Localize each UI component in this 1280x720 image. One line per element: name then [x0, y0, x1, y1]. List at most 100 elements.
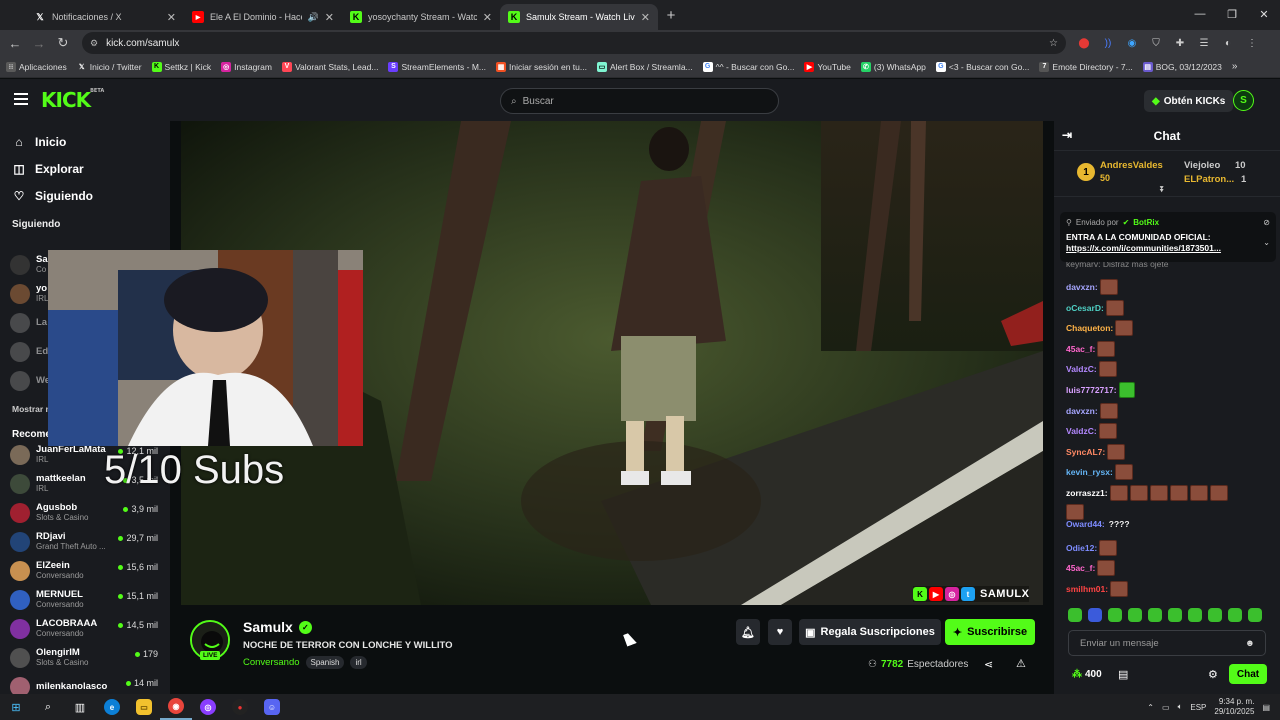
sidebar-item-explorar[interactable]: ◫ Explorar — [0, 155, 170, 182]
share-icon[interactable]: ⋖ — [984, 658, 993, 671]
chat-username[interactable]: zorraszz1: — [1066, 488, 1108, 498]
site-info-icon[interactable]: ⚙ — [90, 38, 98, 49]
search-input[interactable]: ⌕ Buscar — [500, 88, 779, 114]
tab-notificaciones-x[interactable]: 𝕏 Notificaciones / X ✕ — [26, 4, 184, 30]
recommended-channel[interactable]: milenkanolasco 14 mil — [0, 672, 170, 694]
chat-username[interactable]: Oward44: — [1066, 519, 1105, 529]
menu-icon[interactable] — [14, 93, 28, 105]
windows-start-icon[interactable]: ⊞ — [0, 694, 32, 720]
more-bookmarks-icon[interactable]: » — [1232, 61, 1238, 72]
quick-emote-icon[interactable] — [1108, 608, 1122, 622]
bookmark-valorant[interactable]: V Valorant Stats, Lead... — [281, 61, 378, 72]
subscribe-button[interactable]: ✦ Suscribirse — [945, 619, 1035, 645]
gift-subs-button[interactable]: ▣ Regala Suscripciones — [799, 619, 941, 645]
clock[interactable]: 9:34 p. m. 29/10/2025 — [1214, 697, 1254, 717]
bookmark-whatsapp[interactable]: ✆ (3) WhatsApp — [860, 61, 926, 72]
network-icon[interactable]: ▭ — [1162, 703, 1170, 712]
puzzle-icon[interactable]: ✚ — [1171, 34, 1189, 52]
bookmark-instagram[interactable]: ◎ Instagram — [221, 61, 272, 72]
chat-username[interactable]: Odie12: — [1066, 543, 1097, 553]
language-indicator[interactable]: ESP — [1190, 703, 1206, 712]
audio-icon[interactable]: 🔊 — [308, 12, 319, 23]
address-bar[interactable]: ⚙ kick.com/samulx ☆ — [82, 32, 1066, 54]
show-more-link[interactable]: Mostrar m — [12, 404, 53, 414]
quick-emote-icon[interactable] — [1088, 608, 1102, 622]
chat-username[interactable]: Chaqueton: — [1066, 323, 1113, 333]
new-tab-button[interactable]: + — [658, 4, 684, 30]
quick-emote-icon[interactable] — [1188, 608, 1202, 622]
chevron-up-icon[interactable]: ⌃ — [1147, 703, 1154, 712]
bookmark-alertbox[interactable]: ▭ Alert Box / Streamla... — [596, 61, 693, 72]
category-link[interactable]: Conversando — [243, 657, 300, 668]
tab-samulx[interactable]: K Samulx Stream - Watch Live on ✕ — [500, 4, 658, 30]
tab-youtube[interactable]: ▶ Ele A El Dominio - Hace Mu 🔊 ✕ — [184, 4, 342, 30]
bookmark-star-icon[interactable]: ☆ — [1049, 38, 1058, 49]
chat-username[interactable]: smilhm01: — [1066, 584, 1108, 594]
bookmark-streamelements[interactable]: S StreamElements - M... — [388, 61, 486, 72]
chat-username[interactable]: kevin_rysx: — [1066, 467, 1113, 477]
chat-username[interactable]: ValdzC: — [1066, 426, 1097, 436]
user-avatar[interactable]: S — [1233, 90, 1254, 111]
chevron-down-icon[interactable]: ⌄ — [1263, 238, 1270, 247]
recommended-channel[interactable]: ElZeein Conversando 15,6 mil — [0, 556, 170, 585]
chat-username[interactable]: SyncAL7: — [1066, 447, 1105, 457]
quick-emote-icon[interactable] — [1068, 608, 1082, 622]
bookmark-google-search[interactable]: G ^^ - Buscar con Go... — [702, 61, 794, 72]
extension-blue-icon[interactable]: )) — [1099, 34, 1117, 52]
emoji-picker-icon[interactable]: ☻ — [1245, 638, 1255, 649]
tag-irl[interactable]: irl — [350, 656, 367, 669]
hide-pin-icon[interactable]: ⊘ — [1263, 218, 1270, 227]
app-purple-icon[interactable]: ◎ — [192, 694, 224, 720]
chat-username[interactable]: 45ac_f: — [1066, 344, 1095, 354]
pinned-link[interactable]: https://x.com/i/communities/1873501... — [1066, 243, 1270, 253]
points-display[interactable]: ⁂ 400 — [1072, 669, 1102, 680]
quick-emote-icon[interactable] — [1148, 608, 1162, 622]
close-tab-icon[interactable]: ✕ — [325, 11, 334, 24]
recommended-channel[interactable]: LACOBRAAA Conversando 14,5 mil — [0, 614, 170, 643]
quick-emote-icon[interactable] — [1228, 608, 1242, 622]
bookmark-youtube[interactable]: ▶ YouTube — [804, 61, 851, 72]
extension-red-icon[interactable]: ⬤ — [1075, 34, 1093, 52]
kick-logo[interactable]: KICKBETA — [41, 88, 104, 112]
bookmark-google-search-2[interactable]: G <3 - Buscar con Go... — [935, 61, 1029, 72]
leader-name[interactable]: Viejoleo — [1184, 160, 1220, 171]
follow-button[interactable]: ♥ — [768, 619, 792, 645]
chat-username[interactable]: davxzn: — [1066, 406, 1098, 416]
leader-name[interactable]: AndresValdes — [1100, 160, 1163, 171]
chat-username[interactable]: luis7772717: — [1066, 385, 1117, 395]
notifications-button[interactable]: 🔔︎ — [736, 619, 760, 645]
discord-icon[interactable]: ☺ — [256, 694, 288, 720]
chat-username[interactable]: davxzn: — [1066, 282, 1098, 292]
quick-emote-icon[interactable] — [1128, 608, 1142, 622]
bookmark-login[interactable]: ▦ Iniciar sesión en tu... — [496, 61, 587, 72]
volume-icon[interactable]: 🔈︎ — [1178, 702, 1183, 712]
profile-icon[interactable]: ◐ — [1219, 34, 1237, 52]
expand-leaderboard-icon[interactable]: ⏬︎ — [1160, 185, 1164, 195]
recommended-channel[interactable]: OlengirIM Slots & Casino 179 — [0, 643, 170, 672]
bookmark-bog[interactable]: ▤ BOG, 03/12/2023 — [1142, 61, 1222, 72]
reload-icon[interactable]: ↻ — [51, 35, 75, 51]
close-tab-icon[interactable]: ✕ — [483, 11, 492, 24]
chrome-icon[interactable]: ◉ — [160, 694, 192, 720]
bookmark-twitter[interactable]: 𝕏 Inicio / Twitter — [77, 62, 142, 72]
more-menu-icon[interactable]: ⋮ — [1243, 34, 1261, 52]
sidebar-item-inicio[interactable]: ⌂ Inicio — [0, 128, 170, 155]
app-record-icon[interactable]: ● — [224, 694, 256, 720]
get-kicks-button[interactable]: ◆ Obtén KICKs — [1144, 90, 1234, 112]
recommended-channel[interactable]: RDjavi Grand Theft Auto ... 29,7 mil — [0, 527, 170, 556]
bookmark-emote-directory[interactable]: 7 Emote Directory - 7... — [1039, 61, 1133, 72]
report-icon[interactable]: ⚠ — [1016, 657, 1026, 670]
minimize-icon[interactable]: — — [1184, 0, 1216, 28]
chat-username[interactable]: 45ac_f: — [1066, 563, 1095, 573]
quick-emote-icon[interactable] — [1168, 608, 1182, 622]
streamer-name[interactable]: Samulx ✓ — [243, 619, 312, 635]
tag-spanish[interactable]: Spanish — [305, 656, 345, 669]
collapse-chat-icon[interactable]: ⇥ — [1062, 128, 1072, 142]
extension-circle-icon[interactable]: ◉ — [1123, 34, 1141, 52]
notifications-icon[interactable]: ▤ — [1262, 703, 1270, 712]
settings-icon[interactable]: ⚙ — [1208, 668, 1218, 681]
search-icon[interactable]: ⌕ — [32, 694, 64, 720]
restore-icon[interactable]: ❐ — [1216, 0, 1248, 28]
chat-input[interactable]: Enviar un mensaje ☻ — [1068, 630, 1266, 656]
chat-username[interactable]: ValdzC: — [1066, 364, 1097, 374]
